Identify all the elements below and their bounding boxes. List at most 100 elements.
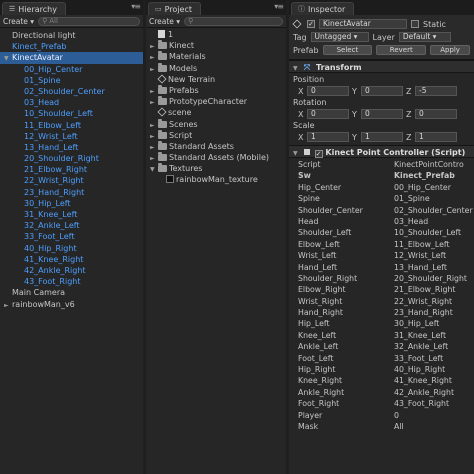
property-value-field[interactable]: All — [394, 421, 404, 432]
prefab-select-button[interactable]: Select — [322, 45, 373, 55]
project-item-label: 1 — [168, 30, 174, 39]
rotation-y-field[interactable]: 0 — [361, 109, 403, 119]
object-name-field[interactable]: KinectAvatar — [319, 19, 407, 29]
project-item[interactable]: ► Script — [146, 129, 286, 141]
hierarchy-item[interactable]: Directional light — [0, 30, 143, 41]
transform-component-header[interactable]: ▼ ⤧ Transform — [289, 60, 474, 73]
property-value-field[interactable]: 00_Hip_Center — [394, 182, 451, 193]
property-value-field[interactable]: 43_Foot_Right — [394, 398, 449, 409]
property-value-field[interactable]: 11_Elbow_Left — [394, 239, 450, 250]
position-z-field[interactable]: -5 — [415, 86, 457, 96]
property-value-field[interactable]: KinectPointContro — [394, 159, 464, 170]
script-enabled-checkbox[interactable]: ✓ — [314, 150, 323, 158]
tab-hierarchy[interactable]: ☰ Hierarchy — [2, 2, 66, 15]
expand-arrow-icon[interactable]: ► — [4, 300, 12, 311]
property-value-field[interactable]: 22_Wrist_Right — [394, 296, 452, 307]
project-item[interactable]: ► Scenes — [146, 118, 286, 130]
scale-x-field[interactable]: 1 — [307, 132, 349, 142]
hierarchy-item[interactable]: 42_Ankle_Right — [0, 265, 143, 276]
project-search-input[interactable]: ⚲ — [184, 16, 283, 26]
hierarchy-item[interactable]: 20_Shoulder_Right — [0, 153, 143, 164]
property-value-field[interactable]: 42_Ankle_Right — [394, 387, 454, 398]
property-value-field[interactable]: 10_Shoulder_Left — [394, 227, 461, 238]
hierarchy-item[interactable]: 00_Hip_Center — [0, 64, 143, 75]
project-item[interactable]: ► Prefabs — [146, 84, 286, 96]
rotation-x-field[interactable]: 0 — [307, 109, 349, 119]
property-value-field[interactable]: 41_Knee_Right — [394, 375, 452, 386]
property-value-field[interactable]: 12_Wrist_Left — [394, 250, 446, 261]
hierarchy-item[interactable]: 21_Elbow_Right — [0, 164, 143, 175]
project-item[interactable]: ► PrototypeCharacter — [146, 96, 286, 107]
tab-project[interactable]: ▭ Project — [148, 2, 201, 15]
hierarchy-item-label: 10_Shoulder_Left — [24, 109, 93, 119]
property-value-field[interactable]: 21_Elbow_Right — [394, 284, 455, 295]
tab-inspector[interactable]: ⓘ Inspector — [291, 2, 355, 15]
property-value-field[interactable]: 40_Hip_Right — [394, 364, 445, 375]
hierarchy-item[interactable]: 43_Foot_Right — [0, 276, 143, 287]
project-item[interactable]: ► Models — [146, 62, 286, 74]
hierarchy-item[interactable]: 40_Hip_Right — [0, 243, 143, 254]
prefab-revert-button[interactable]: Revert — [376, 45, 427, 55]
hierarchy-item[interactable]: 31_Knee_Left — [0, 209, 143, 220]
property-value-field[interactable]: 33_Foot_Left — [394, 353, 443, 364]
script-property-row: Foot_Right 43_Foot_Right — [289, 398, 474, 409]
static-checkbox[interactable] — [411, 20, 419, 28]
hierarchy-item[interactable]: 11_Elbow_Left — [0, 120, 143, 131]
property-value-field[interactable]: 30_Hip_Left — [394, 318, 439, 329]
create-button[interactable]: Create ▾ — [149, 17, 180, 26]
folder-tab-icon: ▭ — [155, 5, 162, 13]
hierarchy-item[interactable]: 32_Ankle_Left — [0, 220, 143, 231]
property-value-field[interactable]: 13_Hand_Left — [394, 262, 447, 273]
property-value-field[interactable]: Kinect_Prefab — [394, 170, 455, 181]
hierarchy-item[interactable]: 13_Hand_Left — [0, 142, 143, 153]
hierarchy-item[interactable]: 30_Hip_Left — [0, 198, 143, 209]
script-component-header[interactable]: ▼ ✓ Kinect Point Controller (Script) — [289, 145, 474, 158]
hierarchy-item[interactable]: ▼ KinectAvatar — [0, 52, 143, 64]
project-item[interactable]: rainbowMan_texture — [146, 174, 286, 185]
hierarchy-item[interactable]: 33_Foot_Left — [0, 231, 143, 242]
property-value-field[interactable]: 03_Head — [394, 216, 428, 227]
property-value-field[interactable]: 20_Shoulder_Right — [394, 273, 467, 284]
hierarchy-item[interactable]: ► rainbowMan_v6 — [0, 299, 143, 310]
hierarchy-item[interactable]: Main Camera — [0, 287, 143, 298]
property-value-field[interactable]: 02_Shoulder_Center — [394, 205, 473, 216]
hierarchy-item[interactable]: 12_Wrist_Left — [0, 131, 143, 142]
hierarchy-search-input[interactable]: ⚲ All — [38, 16, 140, 26]
hierarchy-item[interactable]: 23_Hand_Right — [0, 187, 143, 198]
active-checkbox[interactable]: ✓ — [307, 20, 315, 28]
layer-dropdown[interactable]: Default ▾ — [398, 32, 451, 42]
project-item[interactable]: ▼ Textures — [146, 163, 286, 174]
rotation-z-field[interactable]: 0 — [415, 109, 457, 119]
hierarchy-item[interactable]: 03_Head — [0, 97, 143, 108]
project-item[interactable]: ► Kinect — [146, 40, 286, 51]
property-value-field[interactable]: 01_Spine — [394, 193, 430, 204]
property-value-field[interactable]: 23_Hand_Right — [394, 307, 453, 318]
scale-y-field[interactable]: 1 — [361, 132, 403, 142]
search-icon: ⚲ — [42, 17, 48, 25]
hierarchy-item[interactable]: 01_Spine — [0, 75, 143, 86]
position-x-field[interactable]: 0 — [307, 86, 349, 96]
property-label: Elbow_Right — [298, 285, 346, 295]
hierarchy-item[interactable]: 10_Shoulder_Left — [0, 108, 143, 119]
script-property-row: Wrist_Right 22_Wrist_Right — [289, 296, 474, 307]
property-value-field[interactable]: 32_Ankle_Left — [394, 341, 448, 352]
tag-dropdown[interactable]: Untagged ▾ — [310, 32, 369, 42]
project-item[interactable]: 1 — [146, 29, 286, 40]
project-item[interactable]: New Terrain — [146, 74, 286, 85]
scale-z-field[interactable]: 1 — [415, 132, 457, 142]
prefab-apply-button[interactable]: Apply — [430, 45, 470, 55]
project-item[interactable]: ► Standard Assets (Mobile) — [146, 152, 286, 163]
hierarchy-item[interactable]: 22_Wrist_Right — [0, 175, 143, 186]
project-item[interactable]: ► Standard Assets — [146, 140, 286, 152]
position-y-field[interactable]: 0 — [361, 86, 403, 96]
hierarchy-item[interactable]: 41_Knee_Right — [0, 254, 143, 265]
panel-menu-icon[interactable]: ▾≡ — [131, 2, 141, 11]
create-button[interactable]: Create ▾ — [3, 17, 34, 26]
property-value-field[interactable]: 31_Knee_Left — [394, 330, 446, 341]
hierarchy-item[interactable]: 02_Shoulder_Center — [0, 86, 143, 97]
property-value-field[interactable]: 0 — [394, 410, 399, 421]
project-item[interactable]: scene — [146, 107, 286, 118]
project-item[interactable]: ► Materials — [146, 51, 286, 62]
hierarchy-item[interactable]: Kinect_Prefab — [0, 41, 143, 52]
panel-menu-icon[interactable]: ▾≡ — [274, 2, 284, 11]
